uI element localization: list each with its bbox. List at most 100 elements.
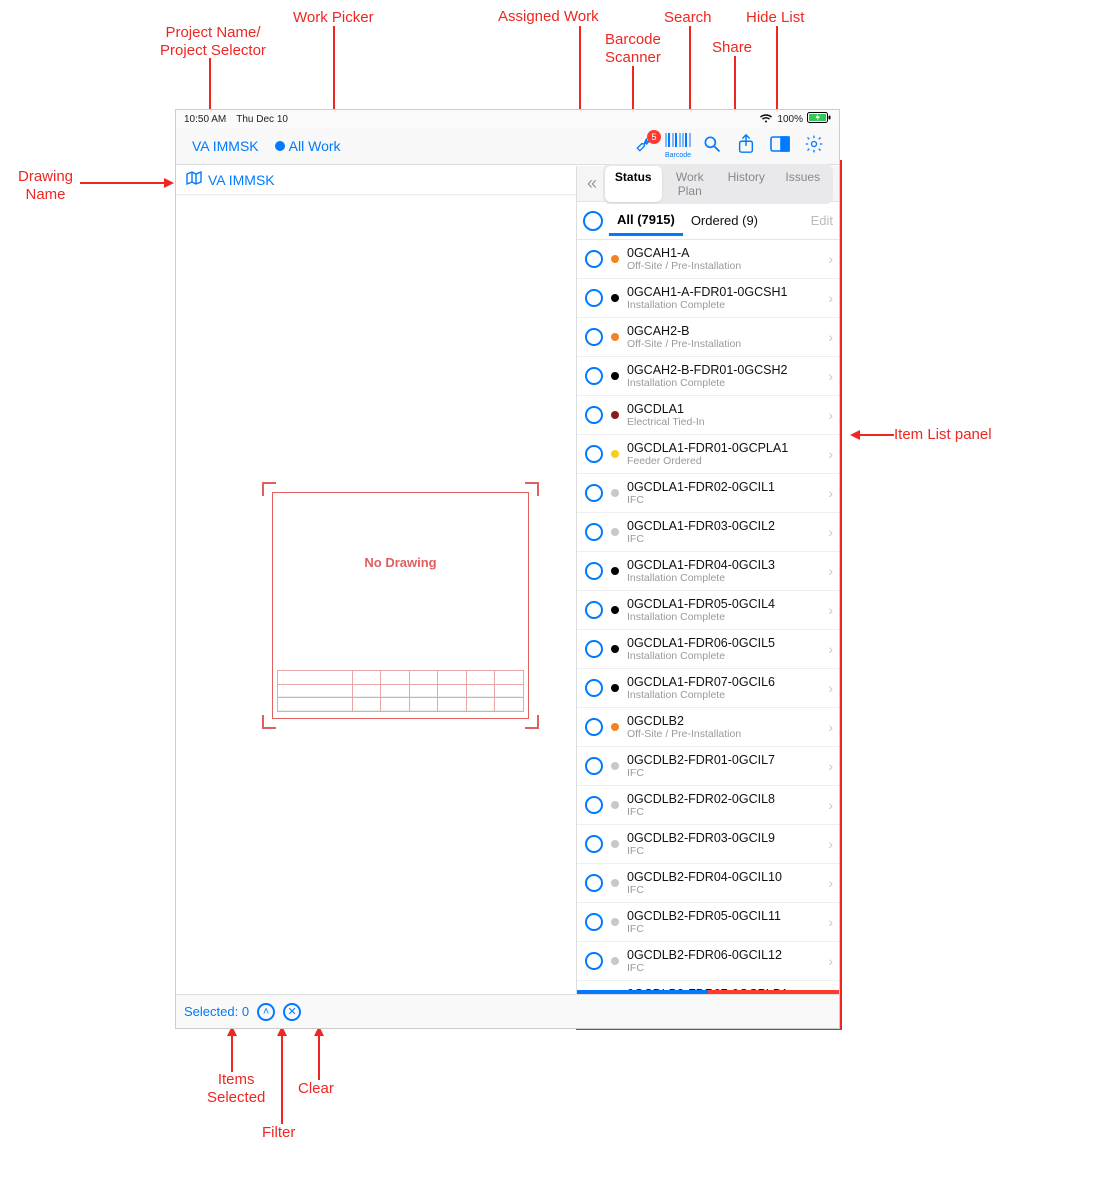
list-item[interactable]: 0GCDLA1-FDR01-0GCPLA1Feeder Ordered› (577, 435, 839, 474)
row-checkbox[interactable] (585, 562, 603, 580)
chevron-right-icon: › (824, 641, 833, 657)
status-dot-icon (611, 333, 619, 341)
row-checkbox[interactable] (585, 445, 603, 463)
drawing-link[interactable]: VA IMMSK (186, 171, 275, 188)
list-item[interactable]: 0GCAH1-A-FDR01-0GCSH1Installation Comple… (577, 279, 839, 318)
row-checkbox[interactable] (585, 952, 603, 970)
item-subtitle: Installation Complete (627, 689, 824, 701)
item-subtitle: Off-Site / Pre-Installation (627, 728, 824, 740)
row-checkbox[interactable] (585, 679, 603, 697)
row-checkbox[interactable] (585, 601, 603, 619)
chevron-right-icon: › (824, 329, 833, 345)
status-dot-icon (611, 294, 619, 302)
tab-status[interactable]: Status (605, 166, 662, 202)
list-item[interactable]: 0GCDLB2-FDR05-0GCIL11IFC› (577, 903, 839, 942)
list-item[interactable]: 0GCDLB2-FDR07-0GCPLB1Installation Comple… (577, 981, 839, 990)
item-title: 0GCAH2-B (627, 324, 824, 338)
edit-link[interactable]: Edit (811, 213, 833, 228)
row-checkbox[interactable] (585, 484, 603, 502)
select-all-checkbox[interactable] (583, 211, 603, 231)
status-dot-icon (611, 489, 619, 497)
barcode-icon (665, 133, 691, 152)
list-item[interactable]: 0GCDLB2-FDR03-0GCIL9IFC› (577, 825, 839, 864)
chevron-right-icon: › (824, 524, 833, 540)
list-item[interactable]: 0GCDLA1-FDR03-0GCIL2IFC› (577, 513, 839, 552)
row-checkbox[interactable] (585, 367, 603, 385)
item-subtitle: Installation Complete (627, 572, 824, 584)
clear-button[interactable]: ✕ (283, 1003, 301, 1021)
row-checkbox[interactable] (585, 523, 603, 541)
item-title: 0GCDLA1-FDR01-0GCPLA1 (627, 441, 824, 455)
item-subtitle: IFC (627, 845, 824, 857)
status-dot-icon (611, 255, 619, 263)
row-checkbox[interactable] (585, 913, 603, 931)
row-checkbox[interactable] (585, 796, 603, 814)
settings-button[interactable] (797, 132, 831, 160)
list-item[interactable]: 0GCDLB2-FDR06-0GCIL12IFC› (577, 942, 839, 981)
collapse-panel-button[interactable]: « (583, 173, 601, 194)
status-time: 10:50 AM (184, 114, 226, 125)
selected-count[interactable]: Selected: 0 (184, 1004, 249, 1019)
item-subtitle: Feeder Ordered (627, 455, 824, 467)
share-button[interactable] (729, 132, 763, 160)
search-button[interactable] (695, 132, 729, 160)
filter-button[interactable]: ˄ (257, 1003, 275, 1021)
filter-ordered[interactable]: Ordered (9) (683, 207, 766, 234)
item-title: 0GCDLA1 (627, 402, 824, 416)
item-title: 0GCDLA1-FDR06-0GCIL5 (627, 636, 824, 650)
list-item[interactable]: 0GCDLB2-FDR04-0GCIL10IFC› (577, 864, 839, 903)
item-title: 0GCDLB2-FDR03-0GCIL9 (627, 831, 824, 845)
tab-issues[interactable]: Issues (775, 166, 832, 202)
list-item[interactable]: 0GCDLA1-FDR02-0GCIL1IFC› (577, 474, 839, 513)
ann-items-selected: Items Selected (207, 1071, 265, 1107)
list-item[interactable]: 0GCDLA1-FDR05-0GCIL4Installation Complet… (577, 591, 839, 630)
ann-search: Search (664, 9, 712, 27)
item-title: 0GCDLA1-FDR07-0GCIL6 (627, 675, 824, 689)
list-item[interactable]: 0GCAH1-AOff-Site / Pre-Installation› (577, 240, 839, 279)
chevron-right-icon: › (824, 953, 833, 969)
status-dot-icon (611, 567, 619, 575)
row-checkbox[interactable] (585, 757, 603, 775)
item-subtitle: IFC (627, 923, 824, 935)
status-date: Thu Dec 10 (236, 114, 288, 125)
status-bar: 10:50 AM Thu Dec 10 100% (176, 110, 839, 128)
list-item[interactable]: 0GCDLA1Electrical Tied-In› (577, 396, 839, 435)
row-checkbox[interactable] (585, 406, 603, 424)
item-list[interactable]: 0GCAH1-AOff-Site / Pre-Installation›0GCA… (577, 240, 839, 990)
list-item[interactable]: 0GCDLA1-FDR06-0GCIL5Installation Complet… (577, 630, 839, 669)
item-title: 0GCDLA1-FDR05-0GCIL4 (627, 597, 824, 611)
list-item[interactable]: 0GCDLB2-FDR01-0GCIL7IFC› (577, 747, 839, 786)
list-item[interactable]: 0GCAH2-B-FDR01-0GCSH2Installation Comple… (577, 357, 839, 396)
status-dot-icon (611, 606, 619, 614)
row-checkbox[interactable] (585, 835, 603, 853)
assigned-work-button[interactable]: 5 (627, 132, 661, 160)
row-checkbox[interactable] (585, 250, 603, 268)
tab-history[interactable]: History (718, 166, 775, 202)
status-dot-icon (611, 840, 619, 848)
row-checkbox[interactable] (585, 718, 603, 736)
filter-all[interactable]: All (7915) (609, 206, 683, 236)
project-selector[interactable]: VA IMMSK (184, 138, 267, 154)
row-checkbox[interactable] (585, 289, 603, 307)
chevron-right-icon: › (824, 680, 833, 696)
item-title: 0GCAH2-B-FDR01-0GCSH2 (627, 363, 824, 377)
item-subtitle: IFC (627, 494, 824, 506)
list-item[interactable]: 0GCDLB2-FDR02-0GCIL8IFC› (577, 786, 839, 825)
status-dot-icon (611, 762, 619, 770)
item-subtitle: Installation Complete (627, 377, 824, 389)
item-subtitle: IFC (627, 806, 824, 818)
work-picker[interactable]: All Work (267, 138, 349, 154)
work-picker-dot-icon (275, 141, 285, 151)
row-checkbox[interactable] (585, 640, 603, 658)
list-item[interactable]: 0GCAH2-BOff-Site / Pre-Installation› (577, 318, 839, 357)
list-item[interactable]: 0GCDLA1-FDR07-0GCIL6Installation Complet… (577, 669, 839, 708)
list-item[interactable]: 0GCDLB2Off-Site / Pre-Installation› (577, 708, 839, 747)
row-checkbox[interactable] (585, 874, 603, 892)
status-dot-icon (611, 372, 619, 380)
barcode-button[interactable]: Barcode (661, 132, 695, 160)
tab-work-plan[interactable]: Work Plan (662, 166, 719, 202)
hide-list-button[interactable] (763, 132, 797, 160)
barcode-label: Barcode (665, 152, 691, 159)
row-checkbox[interactable] (585, 328, 603, 346)
list-item[interactable]: 0GCDLA1-FDR04-0GCIL3Installation Complet… (577, 552, 839, 591)
